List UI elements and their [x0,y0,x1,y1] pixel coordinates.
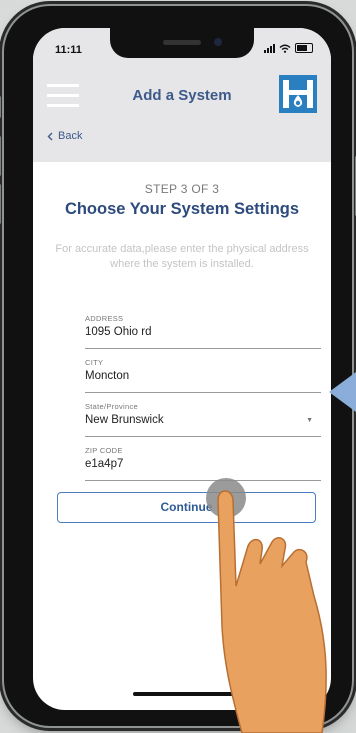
zip-value: e1a4p7 [85,458,124,470]
back-chevron-icon [47,132,53,140]
logo-icon [279,75,317,113]
wifi-icon [279,44,291,53]
dropdown-caret-icon: ▼ [306,417,313,424]
status-time: 11:11 [55,44,82,56]
speaker [163,40,201,45]
mute-switch [0,96,1,118]
instructions-text: For accurate data,please enter the physi… [55,243,309,270]
address-value: 1095 Ohio rd [85,326,152,338]
address-field[interactable]: ADDRESS 1095 Ohio rd [85,314,321,349]
state-value: New Brunswick [85,414,164,426]
pointer-arrow-icon [329,372,356,412]
step-indicator: STEP 3 OF 3 [144,182,220,196]
back-label: Back [58,130,83,142]
city-label: CITY [85,358,104,367]
city-value: Moncton [85,370,130,382]
battery-icon [295,43,313,53]
back-button[interactable]: Back [47,130,82,142]
signal-icon [264,43,275,53]
address-label: ADDRESS [85,314,124,323]
city-field[interactable]: CITY Moncton [85,358,321,393]
state-label: State/Province [85,402,138,411]
app-header: 11:11 Add a System Back [33,28,331,162]
status-icons [264,43,313,53]
zip-label: ZIP CODE [85,446,123,455]
notch [110,28,254,58]
volume-up-button [0,136,1,176]
volume-down-button [0,184,1,224]
section-heading: Choose Your System Settings [64,200,300,218]
state-province-dropdown[interactable]: State/Province New Brunswick ▼ [85,402,321,437]
hand-pointer-icon [206,478,327,733]
camera [214,38,222,46]
